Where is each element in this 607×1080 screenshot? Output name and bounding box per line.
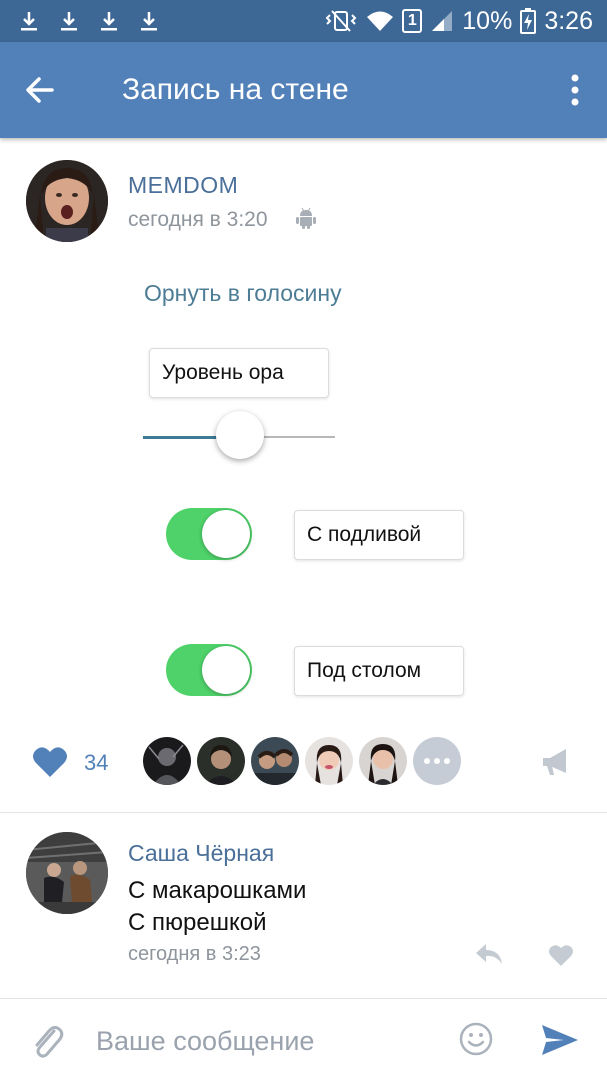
toggle-knob	[202, 646, 250, 694]
battery-percentage: 10%	[462, 6, 513, 35]
vibrate-icon	[325, 10, 357, 32]
comment-like-icon[interactable]	[548, 943, 574, 967]
battery-charging-icon	[520, 8, 537, 34]
post-image[interactable]: Орнуть в голосину Уровень ора С подливой…	[130, 262, 490, 712]
android-icon	[296, 207, 316, 229]
like-count[interactable]: 34	[84, 750, 108, 776]
toggle-knob	[202, 510, 250, 558]
meme-level-label: Уровень ора	[149, 348, 329, 398]
status-bar: 1 10% 3:26	[0, 0, 607, 42]
megaphone-share-icon[interactable]	[540, 746, 572, 778]
download-icon	[141, 12, 157, 31]
meme-toggle-1	[166, 508, 252, 560]
reply-icon[interactable]	[474, 942, 504, 966]
app-bar: Запись на стене	[0, 42, 607, 138]
post-author-avatar[interactable]	[26, 160, 108, 242]
more-vertical-icon[interactable]	[565, 70, 585, 110]
download-icon	[21, 12, 37, 31]
meme-toggle-2-label: Под столом	[294, 646, 464, 696]
back-arrow-icon[interactable]	[22, 72, 58, 108]
paperclip-icon[interactable]	[30, 1021, 64, 1061]
liker-avatar[interactable]	[197, 737, 245, 785]
meme-toggle-1-label: С подливой	[294, 510, 464, 560]
wifi-icon	[367, 11, 394, 31]
divider	[0, 812, 607, 813]
more-likers-button[interactable]	[413, 737, 461, 785]
liker-avatar[interactable]	[305, 737, 353, 785]
meme-link-text: Орнуть в голосину	[144, 280, 342, 306]
send-icon[interactable]	[540, 1023, 580, 1057]
liker-avatar[interactable]	[143, 737, 191, 785]
page-title: Запись на стене	[122, 73, 349, 106]
comment-text-line: С пюрешкой	[128, 909, 267, 936]
emoji-icon[interactable]	[458, 1021, 494, 1057]
comment-author-name[interactable]: Саша Чёрная	[128, 840, 274, 867]
clock: 3:26	[544, 6, 593, 35]
meme-toggle-2	[166, 644, 252, 696]
comment-author-avatar[interactable]	[26, 832, 108, 914]
heart-icon[interactable]	[32, 745, 68, 779]
signal-icon	[432, 11, 453, 31]
liker-avatar[interactable]	[359, 737, 407, 785]
meme-slider-thumb	[216, 411, 264, 459]
post-timestamp: сегодня в 3:20	[128, 208, 268, 231]
message-composer	[0, 998, 607, 1080]
comment-text-line: С макарошками	[128, 877, 307, 904]
download-icon	[101, 12, 117, 31]
message-input[interactable]	[96, 1021, 426, 1061]
download-icon	[61, 12, 77, 31]
sim-icon: 1	[402, 9, 423, 33]
post-author-name[interactable]: MEMDOM	[128, 172, 238, 199]
liker-avatar[interactable]	[251, 737, 299, 785]
comment-timestamp: сегодня в 3:23	[128, 943, 261, 965]
